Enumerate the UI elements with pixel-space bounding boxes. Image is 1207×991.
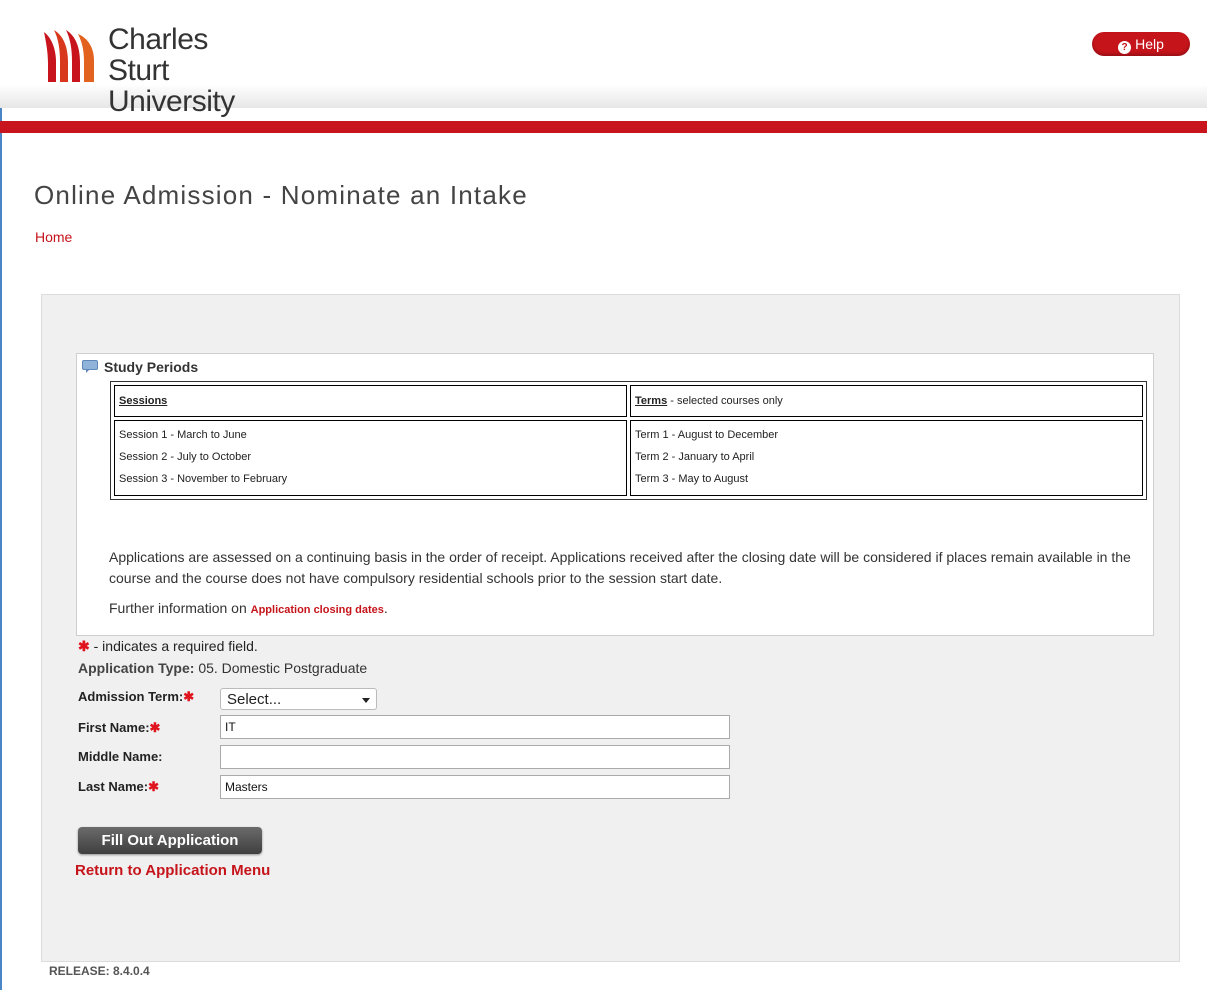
further-info-prefix: Further information on bbox=[109, 600, 251, 616]
required-asterisk-icon: ✱ bbox=[78, 638, 90, 654]
last-name-label-text: Last Name: bbox=[78, 779, 149, 794]
admission-term-select[interactable]: Select... bbox=[220, 688, 377, 710]
help-label: Help bbox=[1135, 36, 1164, 52]
terms-header-suffix: - selected courses only bbox=[667, 395, 783, 407]
release-version: RELEASE: 8.4.0.4 bbox=[49, 964, 150, 978]
terms-header-cell: Terms - selected courses only bbox=[630, 385, 1143, 417]
site-header: Charles Sturt University ? Help bbox=[0, 0, 1207, 117]
page-title: Online Admission - Nominate an Intake bbox=[34, 180, 528, 210]
sessions-header-cell: Sessions bbox=[114, 385, 627, 417]
application-type-label: Application Type: bbox=[78, 660, 195, 676]
breadcrumb-home-link[interactable]: Home bbox=[35, 229, 72, 245]
session-item: Session 2 - July to October bbox=[119, 451, 252, 463]
main-panel: Study Periods Sessions Terms - selected … bbox=[41, 294, 1180, 962]
dropdown-caret-icon bbox=[362, 698, 370, 703]
terms-list-cell: Term 1 - August to December Term 2 - Jan… bbox=[630, 420, 1143, 496]
admission-term-label: Admission Term:✱ bbox=[78, 689, 194, 705]
term-item: Term 3 - May to August bbox=[635, 473, 749, 485]
required-field-note: ✱ - indicates a required field. bbox=[78, 638, 258, 655]
sessions-list-cell: Session 1 - March to June Session 2 - Ju… bbox=[114, 420, 627, 496]
term-item: Term 2 - January to April bbox=[635, 451, 755, 463]
application-type-value: 05. Domestic Postgraduate bbox=[198, 660, 368, 676]
study-periods-box: Study Periods Sessions Terms - selected … bbox=[76, 353, 1154, 636]
admission-term-label-text: Admission Term: bbox=[78, 689, 184, 704]
application-type-row: Application Type: 05. Domestic Postgradu… bbox=[78, 660, 367, 676]
term-item: Term 1 - August to December bbox=[635, 429, 779, 441]
required-asterisk-icon: ✱ bbox=[149, 720, 161, 735]
last-name-field[interactable]: Masters bbox=[220, 775, 730, 799]
fill-out-application-button[interactable]: Fill Out Application bbox=[78, 827, 262, 854]
session-item: Session 1 - March to June bbox=[119, 429, 247, 441]
required-asterisk-icon: ✱ bbox=[148, 779, 159, 794]
help-button[interactable]: ? Help bbox=[1092, 32, 1190, 56]
terms-header: Terms bbox=[635, 395, 668, 407]
return-to-menu-link[interactable]: Return to Application Menu bbox=[75, 862, 270, 879]
logo-line-2: University bbox=[108, 85, 235, 118]
middle-name-field[interactable] bbox=[220, 745, 730, 769]
middle-name-label: Middle Name: bbox=[78, 749, 163, 764]
required-asterisk-icon: ✱ bbox=[183, 689, 195, 704]
logo-line-1: Charles Sturt bbox=[108, 23, 208, 87]
header-red-bar bbox=[0, 121, 1207, 133]
closing-dates-link[interactable]: Application closing dates bbox=[251, 604, 384, 616]
assessment-note: Applications are assessed on a continuin… bbox=[109, 549, 1131, 586]
first-name-label: First Name:✱ bbox=[78, 720, 160, 736]
last-name-label: Last Name:✱ bbox=[78, 779, 159, 795]
study-periods-title: Study Periods bbox=[104, 359, 199, 375]
csu-logo-icon bbox=[44, 30, 94, 82]
logo-wordmark: Charles Sturt University bbox=[108, 24, 235, 117]
sessions-header: Sessions bbox=[119, 395, 168, 407]
admission-term-value: Select... bbox=[227, 691, 282, 708]
first-name-field[interactable]: IT bbox=[220, 715, 730, 739]
further-info-suffix: . bbox=[383, 600, 388, 616]
required-note-text: - indicates a required field. bbox=[89, 638, 258, 654]
further-info: Further information on Application closi… bbox=[109, 600, 388, 616]
session-item: Session 3 - November to February bbox=[119, 473, 288, 485]
first-name-label-text: First Name: bbox=[78, 720, 150, 735]
study-periods-heading: Study Periods bbox=[82, 359, 198, 375]
speech-bubble-icon bbox=[82, 360, 98, 373]
study-periods-table: Sessions Terms - selected courses only S… bbox=[110, 381, 1147, 500]
question-circle-icon: ? bbox=[1118, 41, 1132, 54]
